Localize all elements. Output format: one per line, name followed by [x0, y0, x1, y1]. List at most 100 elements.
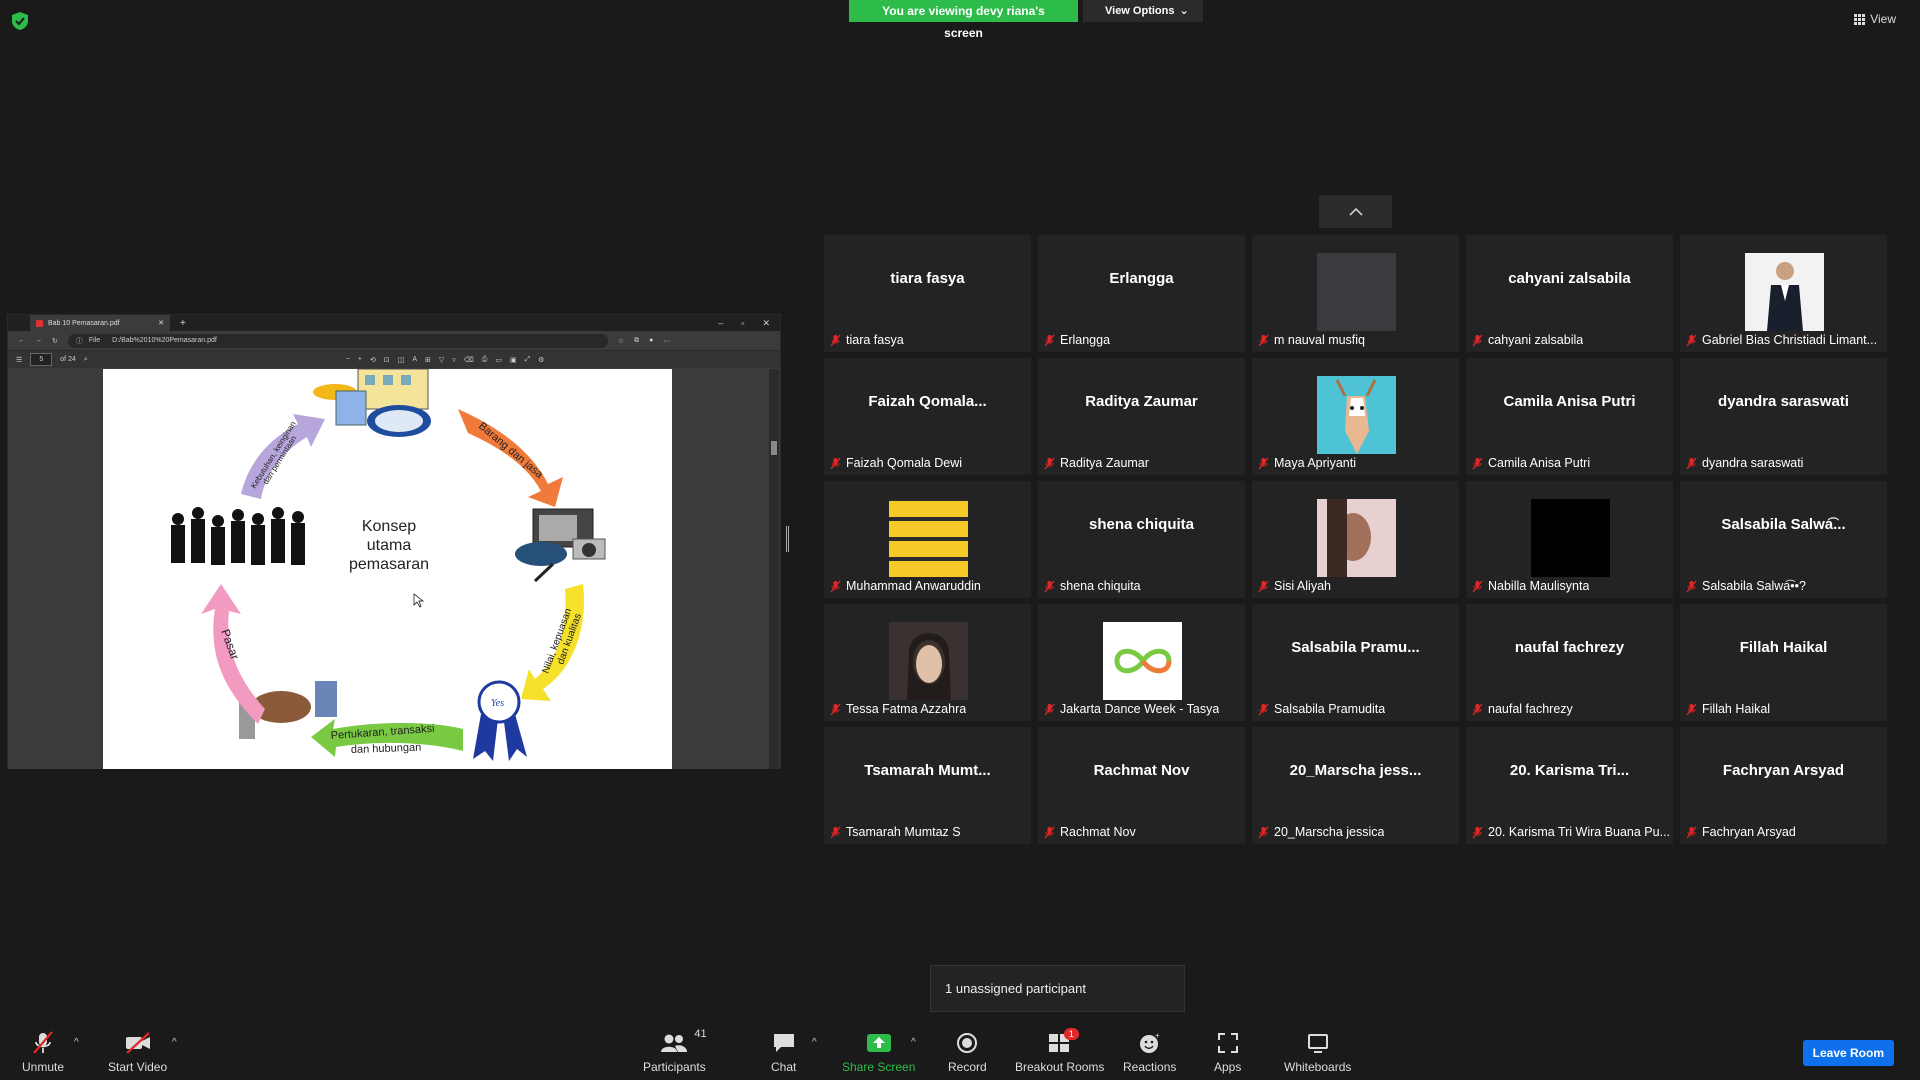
participant-display-name: Salsabila Salwa͡...	[1721, 516, 1846, 533]
participant-tile[interactable]: Nabilla Maulisynta	[1466, 481, 1673, 598]
participant-tile[interactable]: Sisi Aliyah	[1252, 481, 1459, 598]
chat-options-caret-icon[interactable]: ^	[812, 1037, 817, 1048]
erase-icon[interactable]: ⌫	[464, 356, 474, 364]
muted-mic-icon	[1258, 580, 1269, 592]
muted-mic-icon	[1258, 457, 1269, 469]
whiteboard-icon	[1307, 1034, 1328, 1053]
participant-tile[interactable]: Raditya Zaumar Raditya Zaumar	[1038, 358, 1245, 475]
participant-tile[interactable]: dyandra saraswati dyandra saraswati	[1680, 358, 1887, 475]
collections-icon[interactable]: ⧉	[634, 337, 639, 345]
whiteboards-button[interactable]: Whiteboards	[1284, 1030, 1351, 1074]
browser-tab[interactable]: Bab 10 Pemasaran.pdf ✕	[30, 315, 170, 331]
close-tab-icon[interactable]: ✕	[158, 319, 164, 327]
participant-tile[interactable]: Salsabila Salwa͡... Salsabila Salwa͡••?	[1680, 481, 1887, 598]
fit-page-icon[interactable]: ⊡	[384, 356, 390, 364]
participant-tile[interactable]: Fachryan Arsyad Fachryan Arsyad	[1680, 727, 1887, 844]
participant-tile[interactable]: Camila Anisa Putri Camila Anisa Putri	[1466, 358, 1673, 475]
participant-tile[interactable]: m nauval musfiq	[1252, 235, 1459, 352]
minimize-icon[interactable]: –	[718, 318, 723, 329]
search-icon[interactable]: ⌕	[84, 356, 88, 364]
pdf-viewer[interactable]: Barang dan jasa Nilai, kepuasan dan kual…	[8, 369, 780, 769]
participant-name-label: Fillah Haikal	[1686, 702, 1770, 716]
zoom-in-icon[interactable]: +	[358, 356, 362, 363]
page-number-input[interactable]: 5	[30, 353, 53, 366]
view-button[interactable]: View	[1854, 12, 1896, 26]
participant-tile[interactable]: cahyani zalsabila cahyani zalsabila	[1466, 235, 1673, 352]
zoom-out-icon[interactable]: −	[346, 356, 350, 363]
read-aloud-icon[interactable]: A	[412, 356, 417, 363]
video-options-caret-icon[interactable]: ^	[172, 1037, 177, 1048]
split-handle[interactable]	[786, 526, 789, 552]
apps-icon	[1217, 1033, 1238, 1053]
apps-button[interactable]: Apps	[1214, 1030, 1241, 1074]
unmute-button[interactable]: Unmute	[22, 1030, 64, 1074]
save-icon[interactable]: ▭	[495, 356, 502, 364]
participant-name: Nabilla Maulisynta	[1488, 579, 1590, 593]
record-button[interactable]: Record	[948, 1030, 987, 1074]
participant-tile[interactable]: Faizah Qomala... Faizah Qomala Dewi	[824, 358, 1031, 475]
participant-tile[interactable]: tiara fasya tiara fasya	[824, 235, 1031, 352]
participant-tile[interactable]: Fillah Haikal Fillah Haikal	[1680, 604, 1887, 721]
window-controls: – ▫ ✕	[718, 318, 780, 329]
rotate-icon[interactable]: ⟲	[370, 356, 376, 364]
participant-name-label: 20_Marscha jessica	[1258, 825, 1384, 839]
print-icon[interactable]: ⎙	[482, 356, 488, 364]
start-video-button[interactable]: Start Video	[108, 1030, 167, 1074]
quality-badge-illustration: Yes	[473, 680, 527, 761]
share-screen-button[interactable]: Share Screen	[842, 1030, 915, 1074]
breakout-rooms-button[interactable]: 1 Breakout Rooms	[1015, 1028, 1104, 1074]
close-icon[interactable]: ✕	[762, 318, 770, 329]
forward-icon[interactable]: →	[35, 337, 42, 344]
page-view-icon[interactable]: ◫	[398, 356, 405, 364]
add-text-icon[interactable]: ⊞	[425, 356, 431, 364]
muted-mic-icon	[830, 334, 841, 346]
more-icon[interactable]: ⋯	[663, 337, 670, 345]
participant-name-label: Muhammad Anwaruddin	[830, 579, 981, 593]
share-options-caret-icon[interactable]: ^	[911, 1037, 916, 1048]
draw-icon[interactable]: ▽	[439, 356, 444, 364]
participant-tile[interactable]: Muhammad Anwaruddin	[824, 481, 1031, 598]
profile-icon[interactable]: ●	[649, 337, 653, 344]
participant-tile[interactable]: 20_Marscha jess... 20_Marscha jessica	[1252, 727, 1459, 844]
leave-room-button[interactable]: Leave Room	[1802, 1040, 1894, 1066]
participant-tile[interactable]: 20. Karisma Tri... 20. Karisma Tri Wira B…	[1466, 727, 1673, 844]
security-shield-icon[interactable]	[12, 12, 28, 30]
restore-icon[interactable]: ▫	[741, 318, 744, 329]
participants-button[interactable]: 41 Participants	[643, 1028, 707, 1074]
participant-tile[interactable]: Salsabila Pramu... Salsabila Pramudita	[1252, 604, 1459, 721]
settings-icon[interactable]: ⚙	[538, 356, 544, 364]
pdf-scrollbar[interactable]	[769, 369, 779, 769]
muted-mic-icon	[1472, 580, 1483, 592]
participant-tile[interactable]: shena chiquita shena chiquita	[1038, 481, 1245, 598]
chat-button[interactable]: Chat	[771, 1030, 796, 1074]
participant-display-name: 20_Marscha jess...	[1289, 762, 1422, 779]
participant-name: Jakarta Dance Week - Tasya	[1060, 702, 1220, 716]
pdf-toolbar: ☰ 5 of 24 ⌕ − + ⟲ ⊡ ◫ A ⊞ ▽ ▿ ⌫ ⎙ ▭ ▣ ⤢ …	[8, 350, 780, 368]
reload-icon[interactable]: ↻	[52, 337, 58, 345]
participant-tile[interactable]: Tsamarah Mumt... Tsamarah Mumtaz S	[824, 727, 1031, 844]
participant-name-label: Nabilla Maulisynta	[1472, 579, 1589, 593]
back-icon[interactable]: ←	[18, 337, 25, 344]
unmute-label: Unmute	[22, 1060, 65, 1074]
collapse-gallery-button[interactable]	[1319, 195, 1392, 228]
participant-display-name: Faizah Qomala...	[868, 393, 987, 410]
fullscreen-icon[interactable]: ⤢	[525, 356, 531, 364]
highlight-icon[interactable]: ▿	[452, 356, 456, 364]
reactions-button[interactable]: + Reactions	[1123, 1030, 1176, 1074]
participant-tile[interactable]: Erlangga Erlangga	[1038, 235, 1245, 352]
new-tab-icon[interactable]: +	[180, 318, 186, 329]
meeting-toolbar: Unmute ^ Start Video ^ 41 Participants C…	[0, 1020, 1920, 1080]
participant-tile[interactable]: Gabriel Bias Christiadi Limant...	[1680, 235, 1887, 352]
contents-icon[interactable]: ☰	[16, 356, 22, 364]
view-options-button[interactable]: View Options ⌄	[1083, 0, 1203, 22]
participant-tile[interactable]: Maya Apriyanti	[1252, 358, 1459, 475]
address-bar[interactable]: ⓘ File D:/Bab%2010%20Pemasaran.pdf	[67, 333, 608, 348]
participant-tile[interactable]: Rachmat Nov Rachmat Nov	[1038, 727, 1245, 844]
save-as-icon[interactable]: ▣	[510, 356, 517, 364]
participant-tile[interactable]: Jakarta Dance Week - Tasya	[1038, 604, 1245, 721]
participant-tile[interactable]: Tessa Fatma Azzahra	[824, 604, 1031, 721]
audio-options-caret-icon[interactable]: ^	[74, 1037, 79, 1048]
favorite-icon[interactable]: ☆	[618, 337, 624, 345]
center-title-3: pemasaran	[349, 556, 429, 573]
participant-tile[interactable]: naufal fachrezy naufal fachrezy	[1466, 604, 1673, 721]
